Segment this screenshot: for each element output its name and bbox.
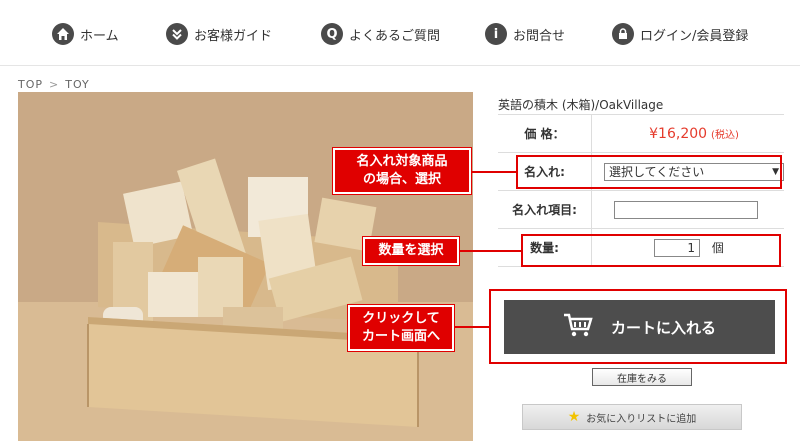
- price-value: ¥16,200 (税込): [649, 125, 739, 142]
- price-tax: (税込): [711, 129, 739, 141]
- engrave-item-label: 名入れ項目:: [498, 190, 592, 229]
- qty-callout-line: [458, 250, 521, 252]
- product-image: [18, 92, 473, 441]
- nav-faq-label: よくあるご質問: [349, 28, 441, 44]
- engrave-highlight-box: [516, 155, 782, 189]
- question-icon: Q: [321, 23, 343, 45]
- qty-highlight-box: [521, 234, 781, 267]
- nav-guide-label: お客様ガイド: [194, 28, 273, 44]
- engrave-item-row: 名入れ項目:: [498, 190, 784, 229]
- nav-home-label: ホーム: [80, 28, 119, 44]
- breadcrumb-top[interactable]: TOP: [18, 78, 43, 91]
- nav-contact-label: お問合せ: [513, 28, 566, 44]
- nav-login-label: ログイン/会員登録: [640, 28, 749, 44]
- price-row: 価 格： ¥16,200 (税込): [498, 114, 784, 153]
- lock-icon: [612, 23, 634, 45]
- product-title: 英語の積木 (木箱)/OakVillage: [498, 98, 664, 112]
- breadcrumb-toy[interactable]: TOY: [65, 78, 90, 91]
- cart-callout: クリックして カート画面へ: [347, 304, 455, 352]
- home-icon: [52, 23, 74, 45]
- chevron-down-icon: [166, 23, 188, 45]
- nav-faq[interactable]: Q よくあるご質問: [321, 22, 440, 46]
- qty-callout: 数量を選択: [362, 236, 460, 266]
- breadcrumb: TOP > TOY: [18, 78, 90, 91]
- top-navigation: ホーム お客様ガイド Q よくあるご質問 i お問合せ ログイン/会員登録: [0, 0, 800, 66]
- price-label: 価 格：: [498, 114, 592, 153]
- engrave-callout-line: [470, 171, 516, 173]
- cart-highlight-box: [489, 289, 787, 364]
- engrave-item-input[interactable]: [614, 200, 758, 219]
- engrave-callout: 名入れ対象商品 の場合、選択: [332, 147, 472, 195]
- breadcrumb-separator: >: [49, 78, 60, 91]
- add-to-favorites-button[interactable]: ★ お気に入りリストに追加: [522, 404, 742, 430]
- nav-login[interactable]: ログイン/会員登録: [612, 22, 748, 46]
- cart-callout-line: [453, 326, 489, 328]
- add-to-favorites-label: お気に入りリストに追加: [586, 413, 697, 425]
- nav-contact[interactable]: i お問合せ: [485, 22, 565, 46]
- check-stock-button[interactable]: 在庫をみる: [592, 368, 692, 386]
- nav-guide[interactable]: お客様ガイド: [166, 22, 272, 46]
- nav-home[interactable]: ホーム: [52, 22, 119, 46]
- info-icon: i: [485, 23, 507, 45]
- star-icon: ★: [567, 409, 581, 425]
